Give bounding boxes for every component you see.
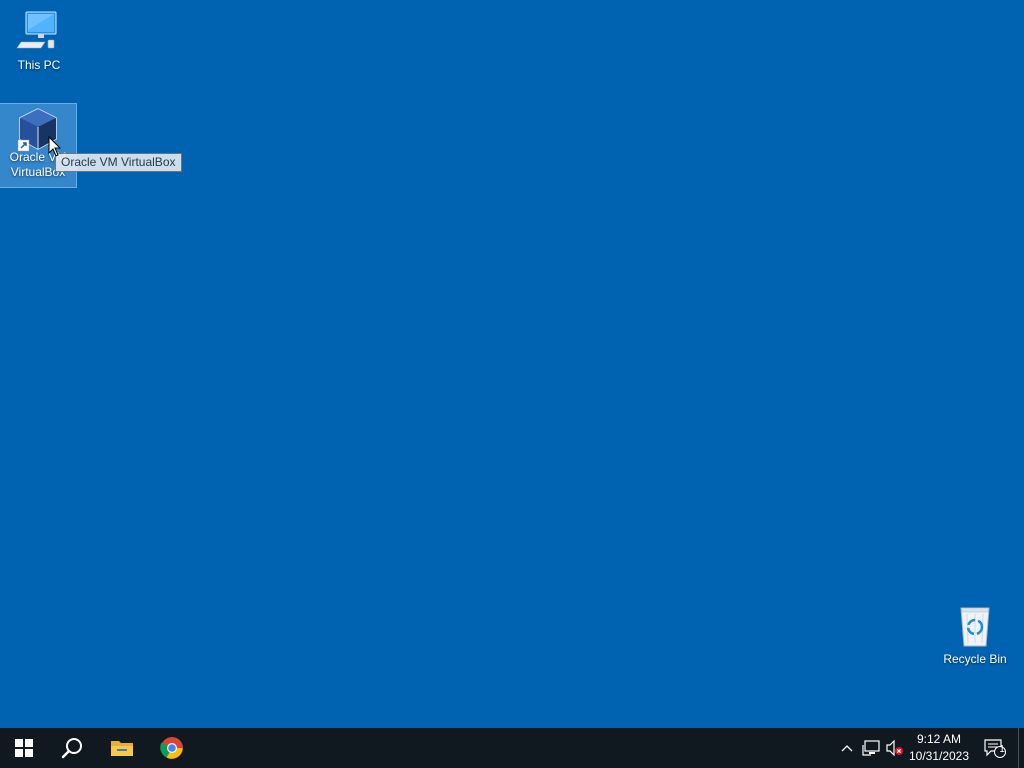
clock-time: 9:12 AM	[916, 732, 962, 746]
show-hidden-icons-button[interactable]	[837, 738, 857, 758]
windows-logo-icon	[15, 739, 33, 757]
start-button[interactable]	[0, 728, 48, 768]
recycle-bin-icon	[951, 602, 999, 650]
notification-count-badge: 1	[999, 744, 1005, 755]
desktop-icon-recycle-bin[interactable]: Recycle Bin	[937, 602, 1013, 668]
network-icon	[862, 740, 880, 756]
desktop-icon-this-pc[interactable]: This PC	[1, 8, 77, 74]
desktop-icon-label: This PC	[17, 58, 61, 72]
search-icon	[61, 738, 82, 759]
volume-button[interactable]	[885, 738, 905, 758]
volume-muted-icon	[886, 740, 903, 756]
action-center-button[interactable]: 1	[982, 738, 1008, 758]
chrome-button[interactable]	[148, 728, 196, 768]
clock[interactable]: 9:12 AM 10/31/2023	[904, 731, 974, 765]
desktop[interactable]: This PC Oracle VM VirtualBox Oracle VM V…	[0, 0, 1024, 728]
mouse-cursor-icon	[48, 136, 62, 157]
computer-icon	[15, 8, 63, 56]
network-button[interactable]	[861, 738, 881, 758]
desktop-icon-label: Recycle Bin	[943, 652, 1007, 666]
clock-date: 10/31/2023	[908, 749, 970, 763]
chevron-up-icon	[841, 745, 853, 752]
taskbar: 9:12 AM 10/31/2023 1	[0, 728, 1024, 768]
show-desktop-button[interactable]	[1018, 728, 1024, 768]
chrome-icon	[160, 737, 183, 759]
desktop-icon-virtualbox[interactable]: Oracle VM VirtualBox	[0, 103, 77, 188]
tooltip: Oracle VM VirtualBox	[55, 153, 182, 172]
folder-icon	[111, 741, 133, 756]
file-explorer-button[interactable]	[98, 728, 146, 768]
search-button[interactable]	[48, 728, 96, 768]
